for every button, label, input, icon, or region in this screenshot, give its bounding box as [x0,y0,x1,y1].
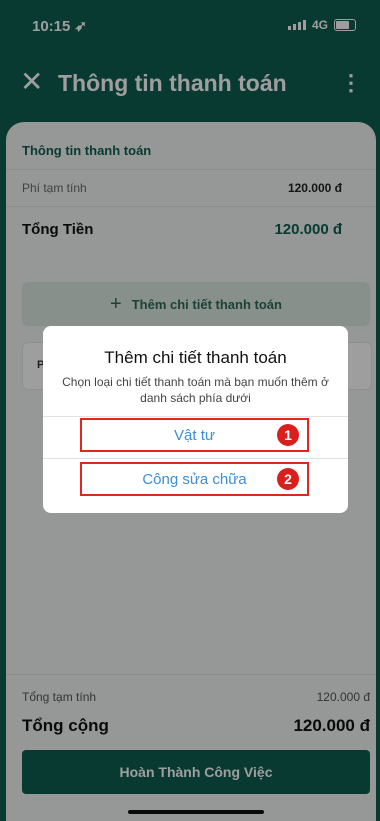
option-repair-labor-label: Công sửa chữa [142,470,247,488]
step-badge-1: 1 [277,424,299,446]
option-materials-label: Vật tư [174,426,215,444]
add-detail-dialog: Thêm chi tiết thanh toán Chọn loại chi t… [43,326,348,513]
divider [43,416,348,417]
dialog-message: Chọn loại chi tiết thanh toán mà bạn muố… [62,375,329,405]
option-repair-labor[interactable]: Công sửa chữa 2 [80,462,309,496]
divider [43,458,348,459]
dialog-title: Thêm chi tiết thanh toán [104,348,287,367]
option-materials[interactable]: Vật tư 1 [80,418,309,452]
step-badge-2: 2 [277,468,299,490]
